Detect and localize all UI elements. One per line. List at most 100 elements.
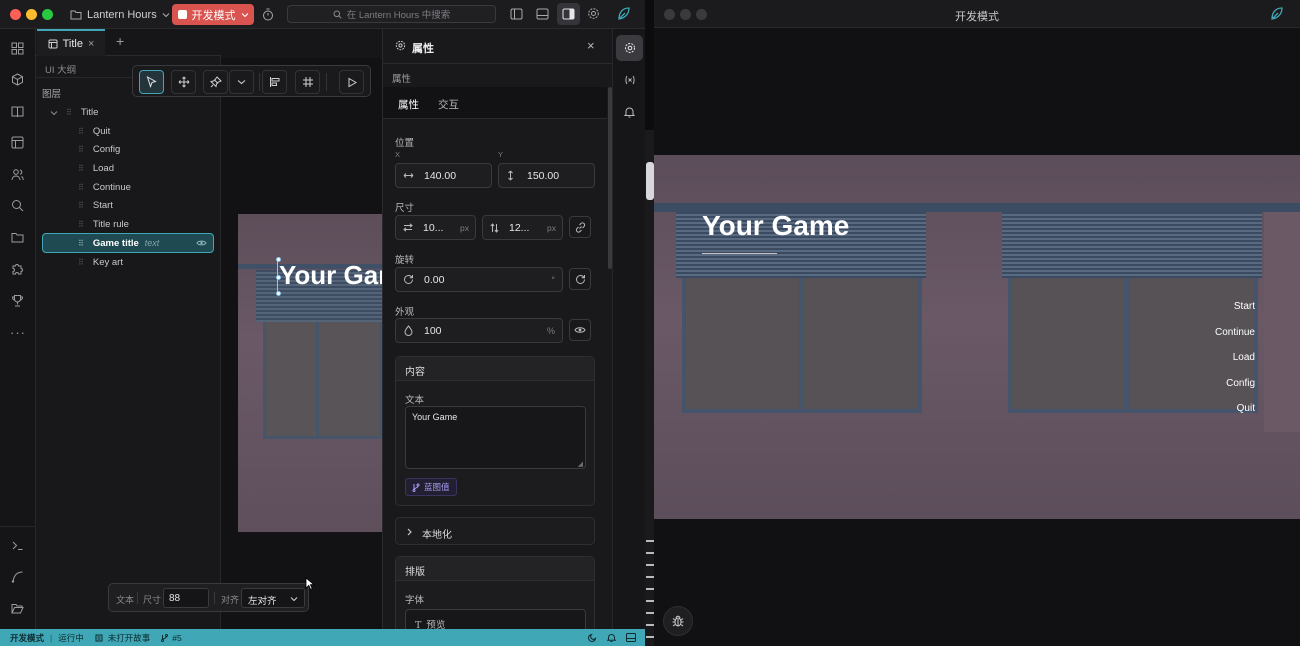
layer-row-title-rule[interactable]: ⠿ Title rule — [42, 215, 214, 234]
layout-section-header[interactable]: 排版 — [396, 557, 594, 581]
move-tool-button[interactable] — [171, 70, 196, 94]
menu-continue[interactable]: Continue — [1215, 327, 1255, 338]
anchor-tool-button[interactable] — [203, 70, 228, 94]
canvas-game-title[interactable]: Your Gar — [279, 260, 382, 291]
align-tool-button[interactable] — [262, 70, 287, 94]
tool-dropdown-button[interactable] — [229, 70, 254, 94]
puzzle-icon[interactable] — [11, 262, 24, 275]
game-scene[interactable]: Your Game Start Continue Load Config Qui… — [654, 155, 1300, 519]
leaf-logo-icon[interactable] — [617, 6, 631, 21]
debug-button[interactable] — [663, 606, 693, 636]
timer-icon[interactable] — [262, 8, 274, 21]
drag-handle-icon[interactable]: ⠿ — [78, 127, 84, 136]
minimize-window-button[interactable] — [26, 9, 37, 20]
folder-open-icon[interactable] — [11, 602, 24, 615]
menu-load[interactable]: Load — [1233, 352, 1255, 363]
font-size-input[interactable]: 88 — [163, 588, 209, 608]
dashboard-icon[interactable] — [11, 42, 24, 55]
trophy-icon[interactable] — [11, 294, 24, 307]
layout-icon[interactable] — [11, 136, 24, 149]
book-icon[interactable] — [11, 105, 24, 118]
curve-tool-icon[interactable] — [11, 570, 24, 583]
visibility-toggle-button[interactable] — [569, 319, 591, 341]
variables-icon[interactable] — [624, 75, 636, 85]
layer-row-game-title[interactable]: ⠿ Game title text — [42, 233, 214, 253]
new-tab-button[interactable]: + — [116, 33, 124, 49]
drag-handle-icon[interactable]: ⠿ — [78, 220, 84, 229]
search-icon[interactable] — [11, 199, 24, 212]
resize-handle-middle[interactable] — [276, 275, 281, 280]
reset-rotation-button[interactable] — [569, 268, 591, 290]
layer-row-quit[interactable]: ⠿ Quit — [42, 122, 214, 141]
layer-row-load[interactable]: ⠿ Load — [42, 159, 214, 178]
bell-icon[interactable] — [624, 106, 635, 118]
layer-row-title[interactable]: ⠿ Title — [42, 103, 214, 122]
x-position-input[interactable]: 140.00 — [395, 163, 492, 188]
drag-handle-icon[interactable]: ⠿ — [78, 183, 84, 192]
zoom-window-button[interactable] — [42, 9, 53, 20]
content-section-header[interactable]: 内容 — [396, 357, 594, 381]
cube-icon[interactable] — [11, 73, 24, 86]
align-select[interactable]: 左对齐 — [241, 588, 305, 608]
layer-row-start[interactable]: ⠿ Start — [42, 196, 214, 215]
y-position-input[interactable]: 150.00 — [498, 163, 595, 188]
toolbar-divider — [137, 592, 138, 604]
story-icon — [95, 634, 103, 641]
status-story[interactable]: 未打开故事 — [108, 632, 151, 644]
menu-config[interactable]: Config — [1226, 378, 1255, 389]
more-icon[interactable]: ··· — [10, 325, 26, 340]
dev-mode-button[interactable]: 开发模式 — [172, 4, 254, 25]
resize-grip-icon[interactable]: ◢ — [578, 460, 583, 468]
right-panel-toggle-button[interactable] — [557, 3, 580, 25]
tab-title[interactable]: Title × — [37, 29, 105, 56]
blueprint-value-button[interactable]: 蓝图值 — [405, 478, 457, 496]
localization-section[interactable]: 本地化 — [395, 517, 595, 545]
drag-handle-icon[interactable]: ⠿ — [78, 145, 84, 154]
moon-icon[interactable] — [588, 633, 597, 642]
height-input[interactable]: 12... px — [482, 215, 563, 240]
search-input[interactable]: 在 Lantern Hours 中搜索 — [287, 5, 496, 23]
link-aspect-button[interactable] — [569, 216, 591, 238]
drag-handle-icon[interactable]: ⠿ — [78, 239, 84, 248]
tab-properties[interactable]: 属性 — [398, 97, 419, 112]
drag-handle-icon[interactable]: ⠿ — [66, 108, 72, 117]
layer-label: Title — [80, 107, 99, 118]
drag-handle-icon[interactable]: ⠿ — [78, 258, 84, 267]
width-input[interactable]: 10... px — [395, 215, 476, 240]
text-value-textarea[interactable]: Your Game ◢ — [405, 406, 586, 469]
key-art-image[interactable]: Your Gar — [238, 214, 382, 532]
opacity-input[interactable]: 100 % — [395, 318, 563, 343]
close-panel-icon[interactable]: × — [587, 38, 595, 53]
chevron-down-icon[interactable] — [50, 110, 58, 116]
drag-handle-icon[interactable]: ⠿ — [78, 164, 84, 173]
tab-interaction[interactable]: 交互 — [438, 97, 459, 112]
rotation-input[interactable]: 0.00 ° — [395, 267, 563, 292]
status-branch[interactable]: #5 — [172, 633, 181, 643]
layer-row-config[interactable]: ⠿ Config — [42, 140, 214, 159]
panel-layout-icon[interactable] — [626, 633, 636, 642]
resize-handle-top[interactable] — [276, 257, 281, 262]
play-preview-button[interactable] — [339, 70, 364, 94]
settings-gear-icon[interactable] — [587, 7, 600, 20]
close-window-button[interactable] — [10, 9, 21, 20]
menu-start[interactable]: Start — [1234, 301, 1255, 312]
project-selector[interactable]: Lantern Hours — [70, 6, 170, 23]
terminal-icon[interactable] — [11, 539, 24, 552]
layer-row-continue[interactable]: ⠿ Continue — [42, 178, 214, 197]
design-canvas[interactable]: Your Gar — [221, 58, 382, 629]
visibility-eye-icon[interactable] — [196, 239, 207, 247]
bottom-panel-toggle-icon[interactable] — [536, 8, 549, 20]
bell-icon[interactable] — [607, 633, 616, 642]
select-tool-button[interactable] — [139, 70, 164, 94]
menu-quit[interactable]: Quit — [1237, 403, 1255, 414]
tab-close-icon[interactable]: × — [88, 38, 94, 50]
inspector-settings-button[interactable] — [616, 35, 643, 61]
grid-tool-button[interactable] — [295, 70, 320, 94]
resize-handle-bottom[interactable] — [276, 291, 281, 296]
leaf-logo-icon[interactable] — [1270, 6, 1284, 21]
left-panel-toggle-icon[interactable] — [510, 8, 523, 20]
folder-icon[interactable] — [11, 231, 24, 244]
users-icon[interactable] — [11, 168, 24, 181]
layer-row-key-art[interactable]: ⠿ Key art — [42, 253, 214, 272]
drag-handle-icon[interactable]: ⠿ — [78, 201, 84, 210]
